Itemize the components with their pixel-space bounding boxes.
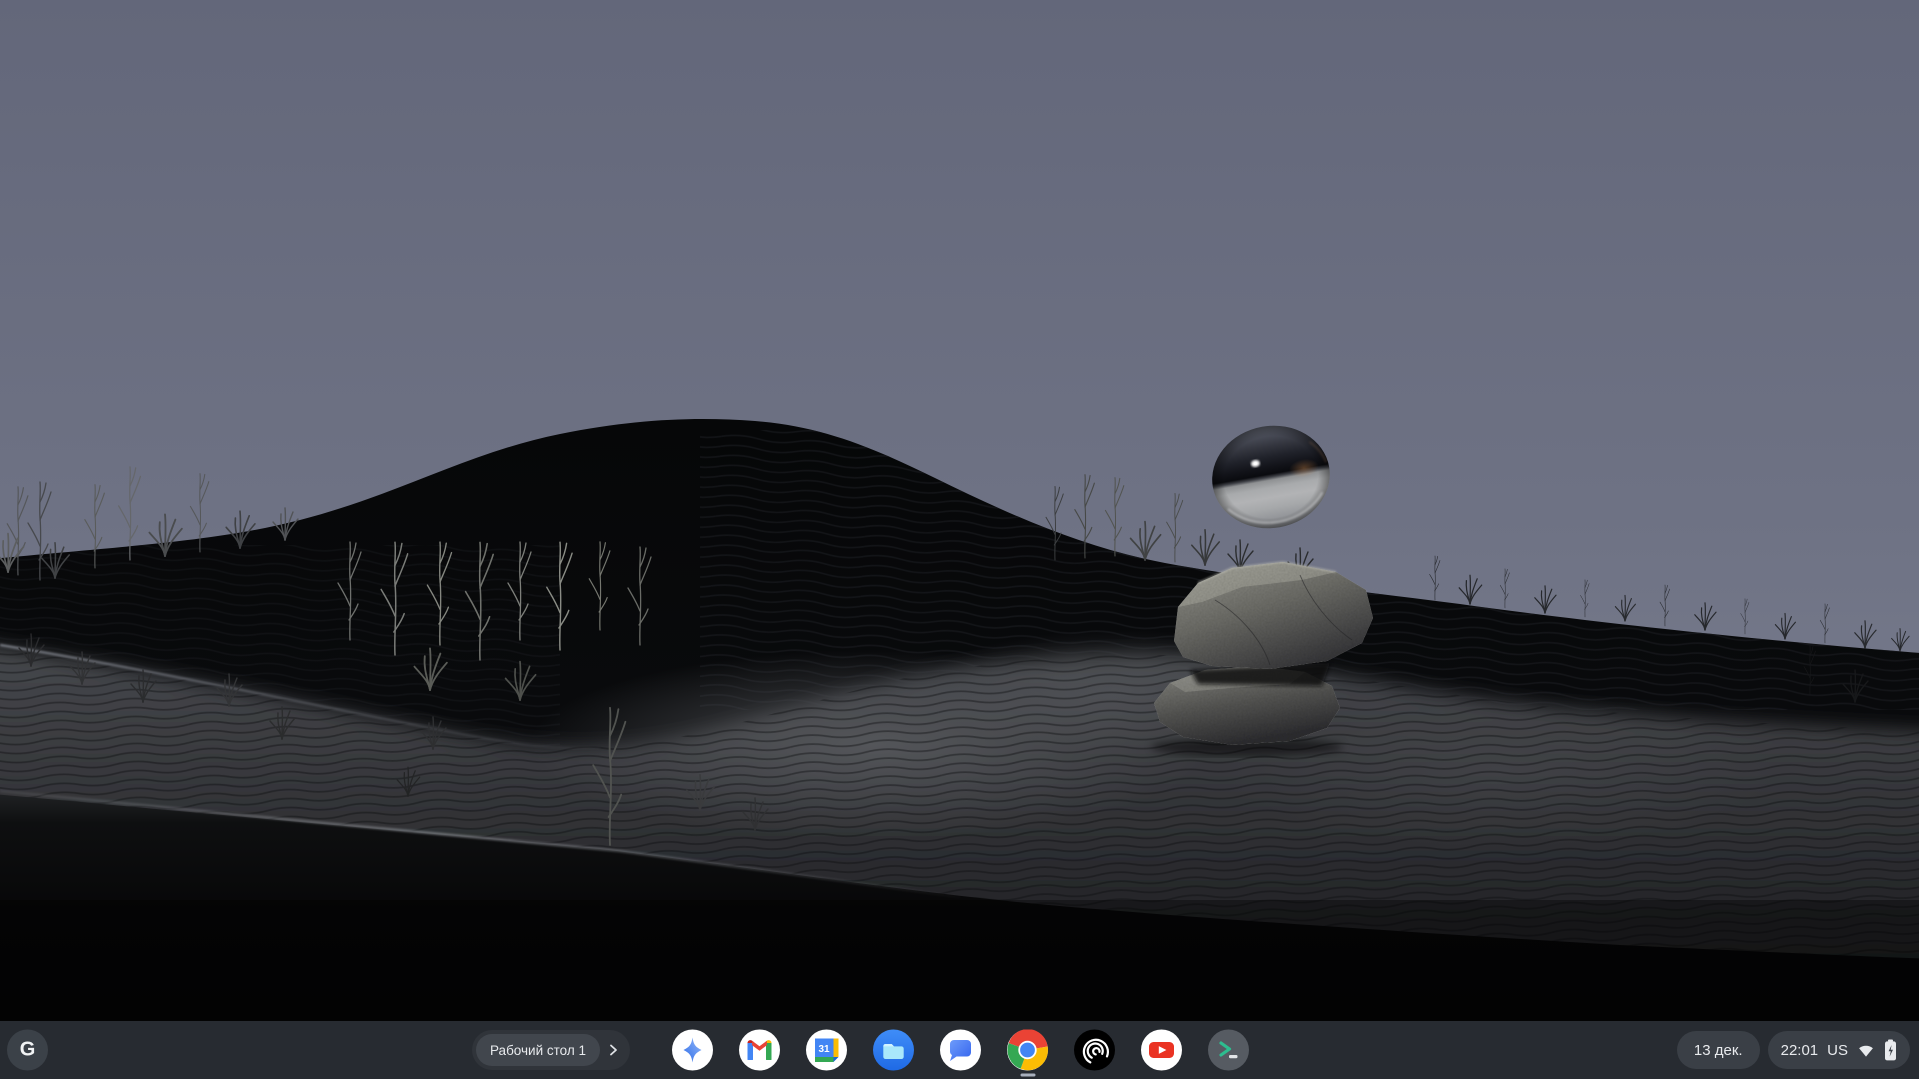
youtube-app-button[interactable] <box>1141 1029 1182 1071</box>
youtube-icon <box>1141 1029 1182 1071</box>
wifi-icon <box>1857 1042 1875 1058</box>
assistant-app-button[interactable] <box>672 1029 713 1071</box>
terminal-prompt-icon <box>1208 1029 1249 1071</box>
calendar-app-button[interactable]: 31 <box>806 1029 847 1071</box>
desk-name-label: Рабочий стол 1 <box>490 1042 587 1058</box>
battery-charging-icon <box>1884 1039 1897 1061</box>
screencast-arcs-icon <box>1074 1029 1115 1071</box>
desk-name-button[interactable]: Рабочий стол 1 <box>476 1034 601 1066</box>
chevron-right-icon[interactable] <box>600 1044 626 1056</box>
chrome-icon <box>1007 1029 1048 1071</box>
date-label: 13 дек. <box>1693 1041 1743 1059</box>
shelf: G Рабочий стол 1 31 13 дек. 22:01 US <box>0 1021 1919 1079</box>
google-calendar-icon: 31 <box>806 1029 847 1071</box>
files-folder-icon <box>873 1029 914 1071</box>
shelf-app-row: 31 <box>672 1029 1249 1077</box>
keyboard-layout-label: US <box>1827 1041 1848 1059</box>
launcher-button[interactable]: G <box>7 1029 48 1071</box>
date-button[interactable]: 13 дек. <box>1676 1031 1760 1069</box>
chrome-running-indicator <box>1020 1073 1035 1077</box>
launcher-g-icon: G <box>19 1038 36 1061</box>
gmail-icon <box>739 1029 780 1071</box>
quick-settings-button[interactable]: 22:01 US <box>1767 1031 1910 1069</box>
desktop-wallpaper-dune-scene <box>0 0 1919 1021</box>
screencast-app-button[interactable] <box>1074 1029 1115 1071</box>
status-tray: 13 дек. 22:01 US <box>1676 1031 1910 1069</box>
chromeos-desktop: G Рабочий стол 1 31 13 дек. 22:01 US <box>0 0 1919 1079</box>
gmail-app-button[interactable] <box>739 1029 780 1071</box>
messages-bubble-icon <box>940 1029 981 1071</box>
terminal-app-button[interactable] <box>1208 1029 1249 1071</box>
virtual-desk-switcher[interactable]: Рабочий стол 1 <box>472 1030 631 1070</box>
chrome-app-button[interactable] <box>1007 1029 1048 1077</box>
svg-text:31: 31 <box>818 1044 830 1055</box>
time-label: 22:01 <box>1780 1041 1819 1059</box>
messages-app-button[interactable] <box>940 1029 981 1071</box>
assistant-sparkle-icon <box>672 1029 713 1071</box>
files-app-button[interactable] <box>873 1029 914 1071</box>
